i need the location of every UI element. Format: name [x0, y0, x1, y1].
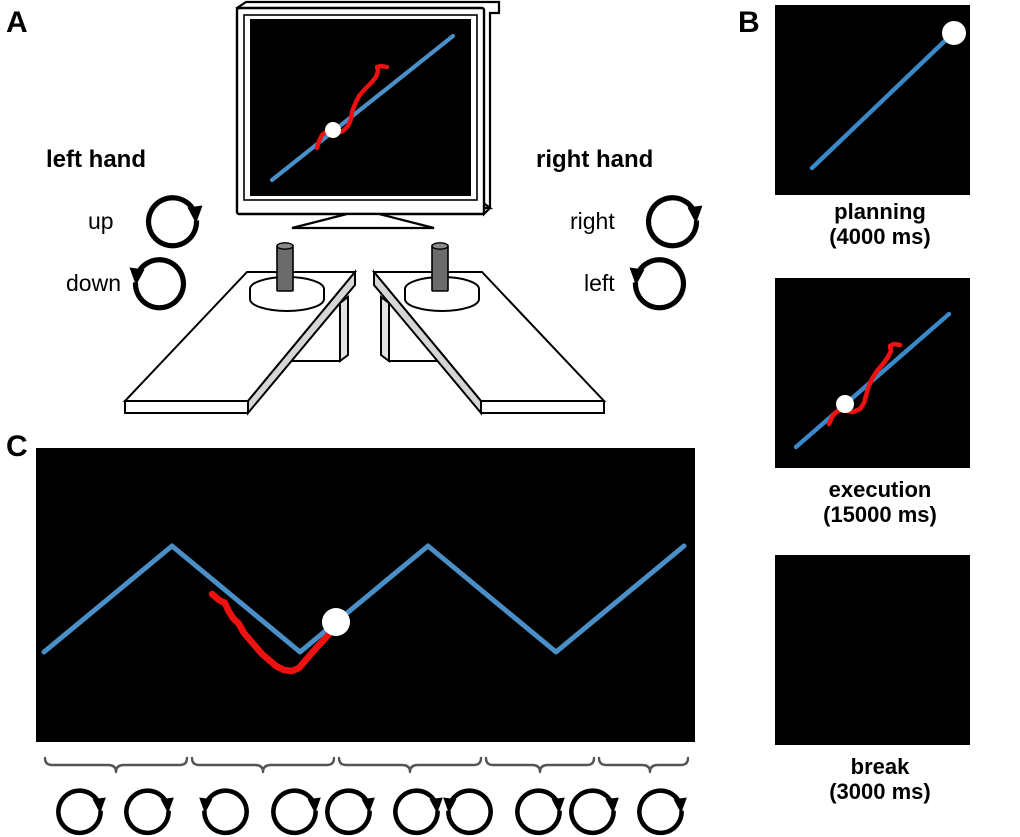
- panel-b-frame-execution: [775, 278, 970, 468]
- left-hand-up-label: up: [88, 208, 114, 234]
- break-caption: break (3000 ms): [750, 754, 1010, 804]
- right-handle-cap[interactable]: [431, 242, 449, 250]
- figure-root: [0, 0, 1020, 837]
- left-board-front: [124, 400, 249, 414]
- execution-caption-duration: (15000 ms): [823, 501, 937, 527]
- execution-caption: execution (15000 ms): [750, 477, 1010, 527]
- panel-b-frame-break: [775, 555, 970, 745]
- left-handle-cap[interactable]: [276, 242, 294, 250]
- panel-b-frame-planning: [775, 5, 970, 195]
- cursor-dot: [325, 122, 341, 138]
- break-screen: [775, 555, 970, 745]
- left-support-leg-side: [339, 295, 349, 363]
- panel-c-letter: C: [6, 430, 28, 463]
- right-knob-body[interactable]: [404, 289, 480, 312]
- planning-cursor-dot: [942, 21, 966, 45]
- left-hand-down-label: down: [66, 270, 121, 296]
- panel-c-cursor-dot: [322, 608, 350, 636]
- stimulus-monitor: [235, 0, 501, 230]
- right-hand-left-label: left: [584, 270, 615, 296]
- left-hand-title: left hand: [46, 146, 146, 173]
- planning-caption-duration: (4000 ms): [829, 223, 931, 249]
- right-board-front: [480, 400, 605, 414]
- planning-caption: planning (4000 ms): [750, 199, 1010, 249]
- right-hand-right-label: right: [570, 208, 615, 234]
- planning-caption-name: planning: [834, 199, 926, 224]
- execution-caption-name: execution: [828, 477, 932, 502]
- right-hand-title: right hand: [536, 146, 654, 173]
- left-handle-shaft[interactable]: [276, 244, 294, 292]
- break-caption-name: break: [850, 754, 910, 779]
- panel-b-letter: B: [738, 6, 760, 39]
- right-support-leg-side: [380, 295, 390, 363]
- planning-screen: [775, 5, 970, 195]
- right-handle-shaft[interactable]: [431, 244, 449, 292]
- left-knob-body[interactable]: [249, 289, 325, 312]
- break-caption-duration: (3000 ms): [829, 778, 931, 804]
- panel-b: [775, 5, 970, 745]
- execution-cursor-dot: [836, 395, 854, 413]
- panel-a-letter: A: [6, 6, 28, 39]
